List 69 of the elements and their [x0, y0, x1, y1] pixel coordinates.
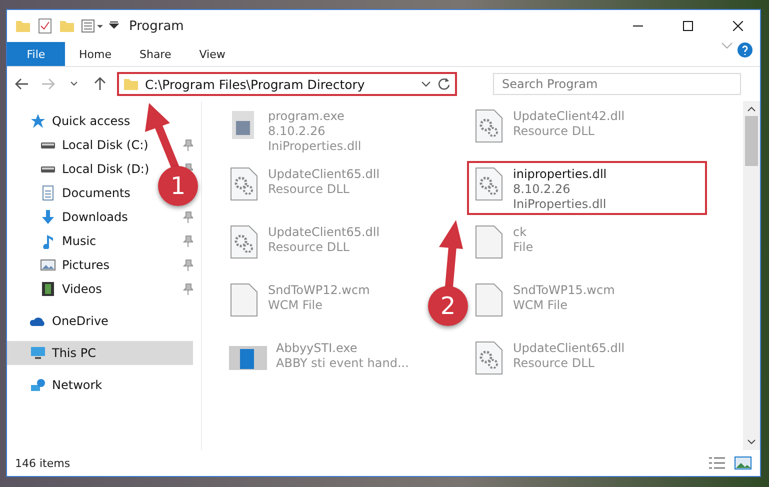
- scrollbar[interactable]: [743, 101, 760, 450]
- scroll-up-icon[interactable]: [747, 106, 756, 112]
- folder-icon: [15, 18, 31, 34]
- drive-icon: [40, 142, 56, 148]
- ribbon-tab[interactable]: Share: [125, 42, 186, 66]
- star-icon: [30, 113, 46, 129]
- file-name: iniproperties.dll: [513, 167, 607, 182]
- down-arrow-icon: [40, 209, 56, 225]
- gear-file-icon: [228, 167, 260, 201]
- file-name: UpdateClient65.dll: [513, 341, 625, 356]
- search-field[interactable]: Search Program: [493, 73, 741, 95]
- file-detail: IniProperties.dll: [268, 139, 362, 154]
- details-view-icon[interactable]: [708, 456, 726, 470]
- checklist-icon: [37, 18, 53, 34]
- properties-icon: [81, 18, 103, 34]
- sidebar-item[interactable]: This PC: [7, 341, 193, 365]
- document-icon: [40, 185, 56, 201]
- address-bar[interactable]: C:\Program Files\Program Directory: [117, 72, 457, 96]
- refresh-icon[interactable]: [437, 77, 451, 91]
- gear-file-icon: [473, 109, 505, 143]
- music-note-icon: [40, 233, 56, 249]
- item-count: 146 items: [15, 456, 72, 470]
- sidebar-item[interactable]: Downloads: [7, 205, 130, 229]
- file-icon: [228, 283, 260, 317]
- window-title: Program: [129, 18, 185, 34]
- gear-file-icon: [228, 225, 260, 259]
- file-item[interactable]: iniproperties.dll 8.10.2.26 IniProperties.dll: [467, 161, 707, 215]
- sidebar-item[interactable]: Videos: [7, 277, 104, 301]
- ribbon-tab[interactable]: View: [185, 42, 240, 66]
- sidebar-item[interactable]: Documents: [7, 181, 132, 205]
- picture-icon: [40, 257, 56, 273]
- sidebar-item[interactable]: Local Disk (D:): [7, 157, 152, 181]
- sidebar-item[interactable]: Local Disk (C:): [7, 133, 150, 157]
- gear-file-icon: [473, 167, 505, 201]
- scrollbar-thumb[interactable]: [745, 116, 758, 166]
- file-name: UpdateClient42.dll: [513, 109, 625, 124]
- sidebar-item[interactable]: OneDrive: [7, 309, 110, 333]
- gear-file-icon: [473, 341, 505, 375]
- drive-icon: [40, 166, 56, 172]
- maximize-icon: [683, 21, 693, 31]
- tiles-view-icon[interactable]: [734, 456, 752, 470]
- ribbon-tab[interactable]: Home: [65, 42, 126, 66]
- sidebar-item[interactable]: Quick access: [7, 109, 132, 133]
- file-name: UpdateClient65.dll: [268, 167, 380, 182]
- sidebar-item[interactable]: Pictures: [7, 253, 112, 277]
- pin-icon: [183, 211, 193, 223]
- network-icon: [30, 377, 46, 393]
- pin-icon: [183, 235, 193, 247]
- folder-icon: [123, 76, 139, 92]
- sidebar-item[interactable]: Network: [7, 373, 104, 397]
- file-icon: [473, 225, 505, 259]
- ribbon-tab[interactable]: File: [7, 42, 65, 66]
- file-name: AbbyySTI.exe: [276, 341, 358, 356]
- minimize-icon: [633, 25, 643, 27]
- file-name: UpdateClient65.dll: [268, 225, 380, 240]
- pin-icon: [183, 283, 193, 295]
- file-detail: IniProperties.dll: [513, 197, 606, 212]
- chevron-icon: [721, 42, 733, 50]
- file-icon: [473, 283, 505, 317]
- caret-icon[interactable]: [421, 81, 431, 87]
- folder-icon: [59, 18, 75, 34]
- film-icon: [40, 281, 56, 297]
- pin-icon: [183, 139, 193, 151]
- close-icon: [733, 21, 743, 31]
- sidebar-item[interactable]: Music: [7, 229, 98, 253]
- back-button[interactable]: [13, 78, 31, 90]
- pin-icon: [183, 259, 193, 271]
- monitor-icon: [30, 345, 46, 361]
- scroll-down-icon[interactable]: [747, 439, 756, 445]
